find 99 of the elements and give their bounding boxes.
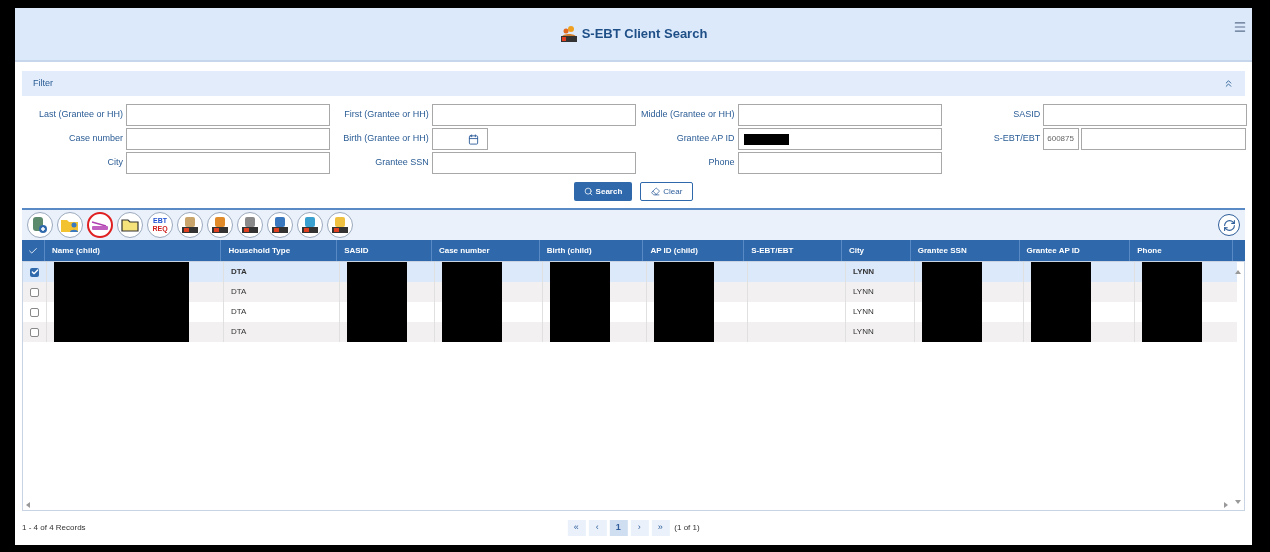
eraser-icon [651, 187, 661, 196]
field-label: Case number [67, 132, 123, 146]
field-label: Birth (Grantee or HH) [342, 132, 429, 146]
field-label: First (Grantee or HH) [343, 108, 429, 122]
toolbar-button[interactable] [27, 212, 53, 238]
toolbar-button[interactable] [177, 212, 203, 238]
field-label: Phone [707, 156, 735, 170]
table-cell: DTA [231, 286, 247, 298]
pager-button[interactable]: « [567, 520, 586, 536]
column-header[interactable]: Phone [1130, 240, 1233, 261]
scroll-right-icon[interactable] [1224, 502, 1228, 508]
page-info: (1 of 1) [674, 522, 700, 534]
prefix-field: 600875 [1043, 128, 1080, 150]
table-cell: DTA [231, 306, 247, 318]
table-row[interactable]: DTA LYNN [23, 262, 1237, 282]
folder-person-icon [60, 217, 80, 233]
column-header[interactable]: Grantee SSN [910, 240, 1020, 261]
redaction-bar [654, 322, 714, 342]
menu-icon[interactable] [1233, 20, 1247, 34]
toolbar-button[interactable] [327, 212, 353, 238]
column-header[interactable]: Case number [431, 240, 540, 261]
check-icon [30, 268, 39, 276]
clear-button[interactable]: Clear [640, 182, 694, 201]
column-header[interactable]: Grantee AP ID [1019, 240, 1131, 261]
redaction-bar [1142, 262, 1202, 282]
table-cell: LYNN [853, 286, 874, 298]
search-icon [583, 187, 593, 196]
redaction-bar [442, 322, 502, 342]
record-count: 1 - 4 of 4 Records [22, 522, 86, 534]
toolbar-button[interactable] [237, 212, 263, 238]
row-checkbox[interactable] [30, 307, 39, 317]
pager-button[interactable]: › [630, 520, 649, 536]
refresh-icon [1222, 218, 1236, 232]
column-header[interactable]: Birth (child) [539, 240, 644, 261]
redaction-bar [1142, 322, 1202, 342]
filter-bar[interactable]: Filter [22, 71, 1245, 96]
table-cell: LYNN [853, 306, 874, 318]
check-icon [27, 245, 38, 256]
toolbar-button[interactable] [297, 212, 323, 238]
field-label: Last (Grantee or HH) [37, 108, 123, 122]
column-header[interactable]: S-EBT/EBT [744, 240, 842, 261]
pager-button[interactable]: 1 [609, 520, 628, 536]
row-checkbox[interactable] [30, 287, 39, 297]
field-label: City [106, 156, 123, 170]
text-field[interactable] [126, 128, 330, 150]
scanner-icon [90, 218, 110, 232]
page-title: S-EBT Client Search [581, 25, 708, 44]
text-field[interactable] [737, 128, 942, 150]
row-checkbox[interactable] [30, 327, 39, 337]
column-header[interactable]: SASID [337, 240, 432, 261]
field-label: SASID [1012, 108, 1041, 122]
table-row[interactable]: DTA LYNN [23, 282, 1237, 302]
table-cell: DTA [231, 266, 247, 278]
redaction-bar [1031, 262, 1091, 282]
scroll-up-icon[interactable] [1235, 270, 1241, 274]
toolbar-button[interactable] [267, 212, 293, 238]
scroll-down-icon[interactable] [1235, 500, 1241, 504]
redaction-bar [654, 262, 714, 282]
redaction-bar [347, 322, 407, 342]
field-label: Grantee SSN [374, 156, 429, 170]
pager-button[interactable]: » [651, 520, 670, 536]
column-header[interactable]: Name (child) [44, 240, 222, 261]
text-field[interactable] [431, 104, 636, 126]
search-button[interactable]: Search [573, 182, 633, 201]
redaction-bar [1031, 322, 1091, 342]
filter-title: Filter [33, 76, 53, 90]
redaction-bar [347, 262, 407, 282]
folder-icon [121, 218, 139, 232]
table-cell: LYNN [853, 266, 875, 278]
text-field[interactable] [431, 152, 636, 174]
text-field[interactable] [737, 104, 942, 126]
redaction-bar [922, 322, 982, 342]
table-row[interactable]: DTA LYNN [23, 322, 1237, 342]
text-field[interactable] [1081, 128, 1247, 150]
redaction-bar [743, 133, 789, 145]
field-label: Middle (Grantee or HH) [639, 108, 735, 122]
refresh-button[interactable] [1218, 214, 1240, 236]
column-header[interactable]: AP ID (child) [643, 240, 745, 261]
collapse-icon [1223, 78, 1234, 89]
redaction-bar [922, 262, 982, 282]
row-checkbox[interactable] [30, 267, 39, 277]
people-logo-icon [559, 25, 578, 43]
column-header[interactable]: Household Type [221, 240, 338, 261]
toolbar-button[interactable] [207, 212, 233, 238]
document-add-icon [32, 216, 48, 234]
pager-button[interactable]: ‹ [588, 520, 607, 536]
date-field[interactable] [431, 128, 488, 150]
field-label: S-EBT/EBT [992, 132, 1041, 146]
redaction-bar [442, 262, 502, 282]
text-field[interactable] [126, 152, 330, 174]
table-cell: DTA [231, 326, 247, 338]
redaction-bar [550, 322, 610, 342]
field-label: Grantee AP ID [675, 132, 735, 146]
column-header[interactable]: City [841, 240, 911, 261]
text-field[interactable] [126, 104, 330, 126]
text-field[interactable] [1043, 104, 1248, 126]
scroll-left-icon[interactable] [26, 502, 30, 508]
redaction-bar [550, 262, 610, 282]
table-cell: LYNN [853, 326, 874, 338]
